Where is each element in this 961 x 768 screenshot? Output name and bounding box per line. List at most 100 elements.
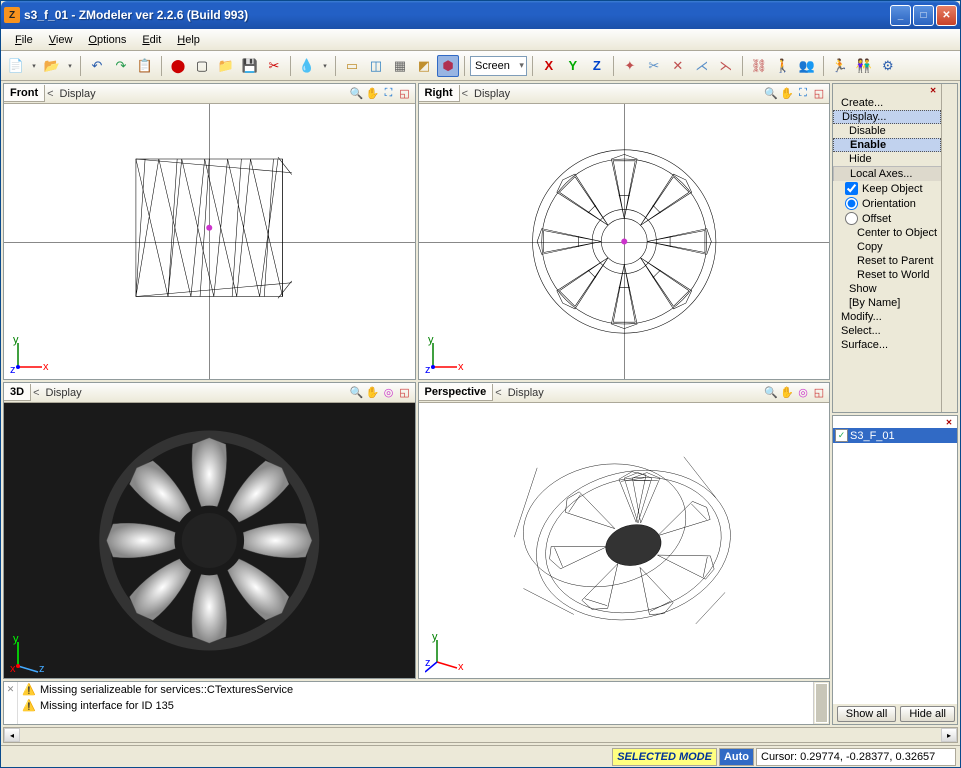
zoom-icon[interactable]: 🔍 (349, 86, 365, 102)
menu-view[interactable]: View (41, 32, 81, 48)
offset-radio[interactable]: Offset (833, 211, 941, 226)
viewport-label[interactable]: Right (419, 85, 460, 102)
run-icon[interactable]: 🏃 (829, 55, 851, 77)
menu-edit[interactable]: Edit (134, 32, 169, 48)
viewport-mode[interactable]: Display (504, 387, 763, 399)
zoom-icon[interactable]: 🔍 (763, 385, 779, 401)
viewport-3d[interactable]: 3D < Display 🔍 ✋ ◎ ◱ (3, 382, 416, 679)
max-icon[interactable]: ◱ (811, 86, 827, 102)
max-icon[interactable]: ◱ (397, 385, 413, 401)
tool-icon[interactable]: ⋌ (691, 55, 713, 77)
zoom-icon[interactable]: 🔍 (763, 86, 779, 102)
drop-icon[interactable]: 💧 (296, 55, 318, 77)
close-icon[interactable]: ✕ (927, 84, 939, 96)
blank-icon[interactable]: ▢ (191, 55, 213, 77)
tree-item-by-name[interactable]: [By Name] (833, 296, 941, 310)
tree-item-select[interactable]: Select... (833, 324, 941, 338)
tree-item-modify[interactable]: Modify... (833, 310, 941, 324)
max-icon[interactable]: ◱ (811, 385, 827, 401)
pan-icon[interactable]: ✋ (365, 385, 381, 401)
minimize-button[interactable]: _ (890, 5, 911, 26)
space-combo[interactable]: Screen (470, 56, 527, 76)
viewport-canvas[interactable]: x y z (419, 104, 830, 379)
orbit-icon[interactable]: ◎ (795, 385, 811, 401)
viewport-canvas[interactable]: x y z (4, 104, 415, 379)
nav-back-icon[interactable]: < (493, 387, 503, 399)
scrollbar[interactable] (941, 84, 957, 412)
save-icon[interactable]: 💾 (239, 55, 261, 77)
pan-icon[interactable]: ✋ (779, 86, 795, 102)
menu-file[interactable]: File (7, 32, 41, 48)
zoom-icon[interactable]: 🔍 (349, 385, 365, 401)
y-axis-button[interactable]: Y (562, 55, 584, 77)
menu-help[interactable]: Help (169, 32, 208, 48)
tree-item-reset-parent[interactable]: Reset to Parent (833, 254, 941, 268)
tool-icon[interactable]: ✦ (619, 55, 641, 77)
close-icon[interactable]: ✕ (4, 682, 18, 724)
object-list-item[interactable]: ✓ S3_F_01 (833, 428, 957, 443)
horizontal-scrollbar[interactable]: ◂ ▸ (3, 727, 958, 743)
import-icon[interactable]: 📁 (215, 55, 237, 77)
record-icon[interactable]: ⬤ (167, 55, 189, 77)
close-button[interactable]: ✕ (936, 5, 957, 26)
cube-icon[interactable]: ⬢ (437, 55, 459, 77)
tool-icon[interactable]: ✂ (643, 55, 665, 77)
tree-item-display[interactable]: Display... (833, 110, 941, 124)
viewport-front[interactable]: Front < Display 🔍 ✋ ⛶ ◱ (3, 83, 416, 380)
orientation-radio[interactable]: Orientation (833, 196, 941, 211)
nav-back-icon[interactable]: < (45, 88, 55, 100)
paint-icon[interactable]: ◩ (413, 55, 435, 77)
show-all-button[interactable]: Show all (837, 706, 897, 722)
titlebar[interactable]: Z s3_f_01 - ZModeler ver 2.2.6 (Build 99… (1, 1, 960, 29)
max-icon[interactable]: ◱ (397, 86, 413, 102)
redo-icon[interactable]: ↷ (110, 55, 132, 77)
dropdown-icon[interactable]: ▾ (320, 62, 330, 70)
checkbox-icon[interactable]: ✓ (835, 429, 848, 442)
tree-item-reset-world[interactable]: Reset to World (833, 268, 941, 282)
keep-object-checkbox[interactable]: Keep Object (833, 181, 941, 196)
tree-item-enable[interactable]: Enable (833, 138, 941, 152)
viewport-canvas[interactable]: y x z (419, 403, 830, 678)
people-icon[interactable]: 👥 (796, 55, 818, 77)
frame-icon[interactable]: ⛶ (381, 86, 397, 102)
box-icon[interactable]: ◫ (365, 55, 387, 77)
nav-back-icon[interactable]: < (31, 387, 41, 399)
tree-item-show[interactable]: Show (833, 282, 941, 296)
frame-icon[interactable]: ⛶ (795, 86, 811, 102)
viewport-mode[interactable]: Display (42, 387, 349, 399)
scrollbar[interactable] (813, 682, 829, 724)
copy-icon[interactable]: 📋 (134, 55, 156, 77)
viewport-label[interactable]: Front (4, 85, 45, 102)
open-icon[interactable]: 📂 (41, 55, 63, 77)
tool-icon[interactable]: ⋋ (715, 55, 737, 77)
viewport-canvas[interactable]: y z x (4, 403, 415, 678)
menu-options[interactable]: Options (80, 32, 134, 48)
tree-item-center[interactable]: Center to Object (833, 226, 941, 240)
tool-icon[interactable]: ✕ (667, 55, 689, 77)
fence-icon[interactable]: ▦ (389, 55, 411, 77)
dropdown-icon[interactable]: ▾ (65, 62, 75, 70)
viewport-right[interactable]: Right < Display 🔍 ✋ ⛶ ◱ (418, 83, 831, 380)
person-icon[interactable]: 🚶 (772, 55, 794, 77)
scroll-left-icon[interactable]: ◂ (4, 728, 20, 742)
pan-icon[interactable]: ✋ (779, 385, 795, 401)
viewport-mode[interactable]: Display (56, 88, 349, 100)
viewport-label[interactable]: 3D (4, 384, 31, 401)
x-axis-button[interactable]: X (538, 55, 560, 77)
z-axis-button[interactable]: Z (586, 55, 608, 77)
pan-icon[interactable]: ✋ (365, 86, 381, 102)
tree-item-hide[interactable]: Hide (833, 152, 941, 166)
scroll-right-icon[interactable]: ▸ (941, 728, 957, 742)
nav-back-icon[interactable]: < (460, 88, 470, 100)
viewport-mode[interactable]: Display (470, 88, 763, 100)
maximize-button[interactable]: □ (913, 5, 934, 26)
group-icon[interactable]: 👫 (853, 55, 875, 77)
close-icon[interactable]: ✕ (943, 416, 955, 428)
status-auto[interactable]: Auto (719, 748, 754, 766)
viewport-label[interactable]: Perspective (419, 384, 494, 401)
dropdown-icon[interactable]: ▾ (29, 62, 39, 70)
viewport-perspective[interactable]: Perspective < Display 🔍 ✋ ◎ ◱ (418, 382, 831, 679)
orbit-icon[interactable]: ◎ (381, 385, 397, 401)
skeleton-icon[interactable]: ⛓ (748, 55, 770, 77)
undo-icon[interactable]: ↶ (86, 55, 108, 77)
